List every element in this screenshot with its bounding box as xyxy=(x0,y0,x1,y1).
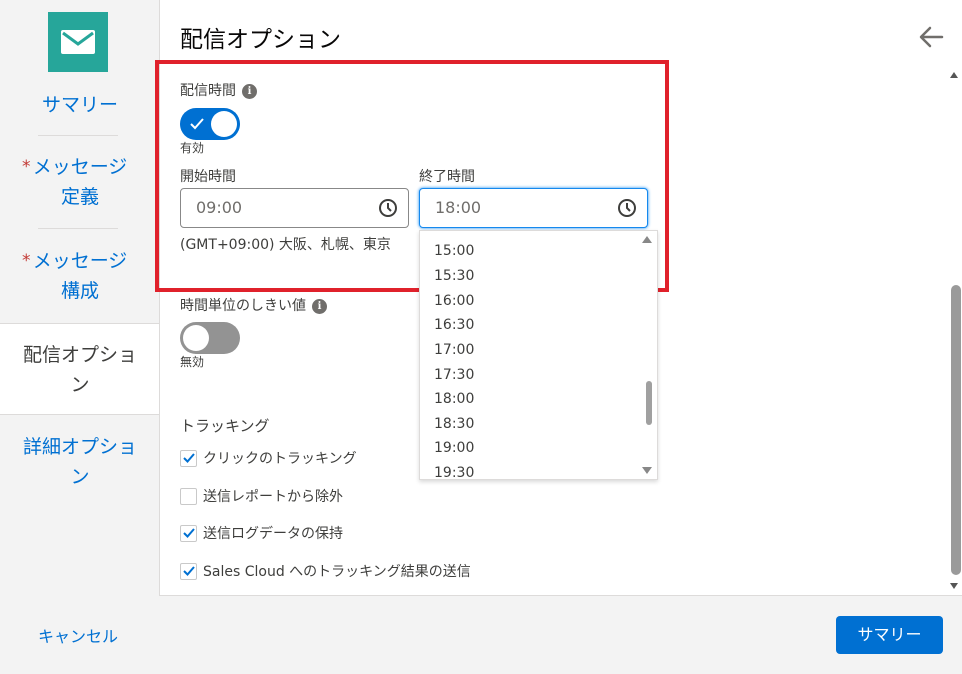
clock-icon[interactable] xyxy=(617,198,637,218)
info-icon[interactable]: i xyxy=(242,83,257,99)
delivery-time-label-text: 配信時間 xyxy=(180,83,236,99)
checkbox-label: 送信ログデータの保持 xyxy=(203,526,343,542)
summary-button[interactable]: サマリー xyxy=(836,616,943,654)
clock-icon[interactable] xyxy=(378,198,398,218)
dropdown-scroll-down[interactable] xyxy=(642,467,652,474)
checkbox-exclude-report[interactable]: 送信レポートから除外 xyxy=(180,486,343,506)
checkbox-label: 送信レポートから除外 xyxy=(203,489,343,505)
checkbox[interactable] xyxy=(180,449,197,467)
dropdown-scroll-up[interactable] xyxy=(642,236,652,243)
sidebar-item-summary[interactable]: サマリー xyxy=(0,90,160,120)
checkbox-sales-cloud[interactable]: Sales Cloud へのトラッキング結果の送信 xyxy=(180,561,471,581)
toggle-status: 有効 xyxy=(180,141,205,155)
checkbox-keep-send-log[interactable]: 送信ログデータの保持 xyxy=(180,523,343,543)
time-option[interactable]: 17:00 xyxy=(434,342,474,358)
sidebar-item-label: 配信オプショ xyxy=(22,344,137,366)
timezone-text: (GMT+09:00) 大阪、札幌、東京 xyxy=(180,237,391,253)
check-icon xyxy=(182,528,195,538)
mail-icon xyxy=(48,12,108,72)
sidebar-item-message-definition[interactable]: * メッセージ 定義 xyxy=(0,152,160,212)
checkbox-click-tracking[interactable]: クリックのトラッキング xyxy=(180,448,357,468)
toggle-knob xyxy=(183,325,209,351)
cancel-link[interactable]: キャンセル xyxy=(38,623,118,647)
time-option[interactable]: 18:00 xyxy=(434,391,474,407)
sidebar-item-message-composition[interactable]: * メッセージ 構成 xyxy=(0,246,160,306)
sidebar-item-label: サマリー xyxy=(41,94,118,116)
scroll-down-arrow[interactable] xyxy=(950,583,958,589)
sidebar: サマリー * メッセージ 定義 * メッセージ 構成 配信オプショ ン 詳細オプ… xyxy=(0,0,160,596)
end-time-value: 18:00 xyxy=(435,198,482,217)
footer: キャンセル サマリー xyxy=(0,597,962,674)
sidebar-item-delivery-options[interactable]: 配信オプショ ン xyxy=(0,323,160,415)
time-option[interactable]: 16:30 xyxy=(434,317,474,333)
toggle-knob xyxy=(211,111,237,137)
threshold-label-text: 時間単位のしきい値 xyxy=(180,298,306,314)
main-panel: 配信オプション 配信時間 i 有効 開始時間 09:00 終了時間 18:00 (… xyxy=(155,0,962,596)
time-option[interactable]: 19:00 xyxy=(434,440,474,456)
dropdown-scrollbar[interactable] xyxy=(646,381,652,425)
sidebar-item-label: 構成 xyxy=(60,280,99,302)
threshold-toggle[interactable] xyxy=(180,322,240,354)
check-icon xyxy=(182,566,195,576)
required-mark: * xyxy=(22,157,31,177)
checkbox[interactable] xyxy=(180,524,197,542)
scroll-up-arrow[interactable] xyxy=(950,72,958,78)
info-icon[interactable]: i xyxy=(312,298,327,314)
sidebar-item-advanced-options[interactable]: 詳細オプショ ン xyxy=(0,432,160,492)
start-time-label: 開始時間 xyxy=(180,169,236,185)
threshold-label: 時間単位のしきい値 i xyxy=(180,295,327,315)
divider xyxy=(38,135,118,136)
sidebar-item-label: ン xyxy=(70,374,90,396)
time-dropdown[interactable]: 15:00 15:30 16:00 16:30 17:00 17:30 18:0… xyxy=(419,230,658,480)
time-option[interactable]: 17:30 xyxy=(434,367,474,383)
sidebar-item-label: 詳細オプショ xyxy=(22,436,137,458)
delivery-time-toggle[interactable] xyxy=(180,108,240,140)
time-option[interactable]: 15:30 xyxy=(434,268,474,284)
time-option[interactable]: 18:30 xyxy=(434,416,474,432)
end-time-input[interactable]: 18:00 xyxy=(419,188,648,228)
start-time-input[interactable]: 09:00 xyxy=(180,188,409,228)
time-option[interactable]: 15:00 xyxy=(434,243,474,259)
back-arrow-icon[interactable] xyxy=(916,22,946,52)
delivery-time-label: 配信時間 i xyxy=(180,80,257,100)
tracking-title: トラッキング xyxy=(180,417,270,435)
toggle-status: 無効 xyxy=(180,355,205,369)
end-time-label: 終了時間 xyxy=(419,169,475,185)
scrollbar[interactable] xyxy=(951,285,961,575)
check-icon xyxy=(182,453,195,463)
checkbox[interactable] xyxy=(180,487,197,505)
check-icon xyxy=(190,118,204,130)
sidebar-item-label: ン xyxy=(70,466,90,488)
page-title: 配信オプション xyxy=(180,27,341,53)
checkbox-label: Sales Cloud へのトラッキング結果の送信 xyxy=(203,564,471,580)
checkbox[interactable] xyxy=(180,562,197,580)
start-time-value: 09:00 xyxy=(196,198,243,217)
time-option[interactable]: 19:30 xyxy=(434,465,474,479)
divider xyxy=(38,228,118,229)
checkbox-label: クリックのトラッキング xyxy=(203,451,357,467)
required-mark: * xyxy=(22,251,31,271)
time-option[interactable]: 16:00 xyxy=(434,293,474,309)
sidebar-item-label: 定義 xyxy=(60,186,99,208)
